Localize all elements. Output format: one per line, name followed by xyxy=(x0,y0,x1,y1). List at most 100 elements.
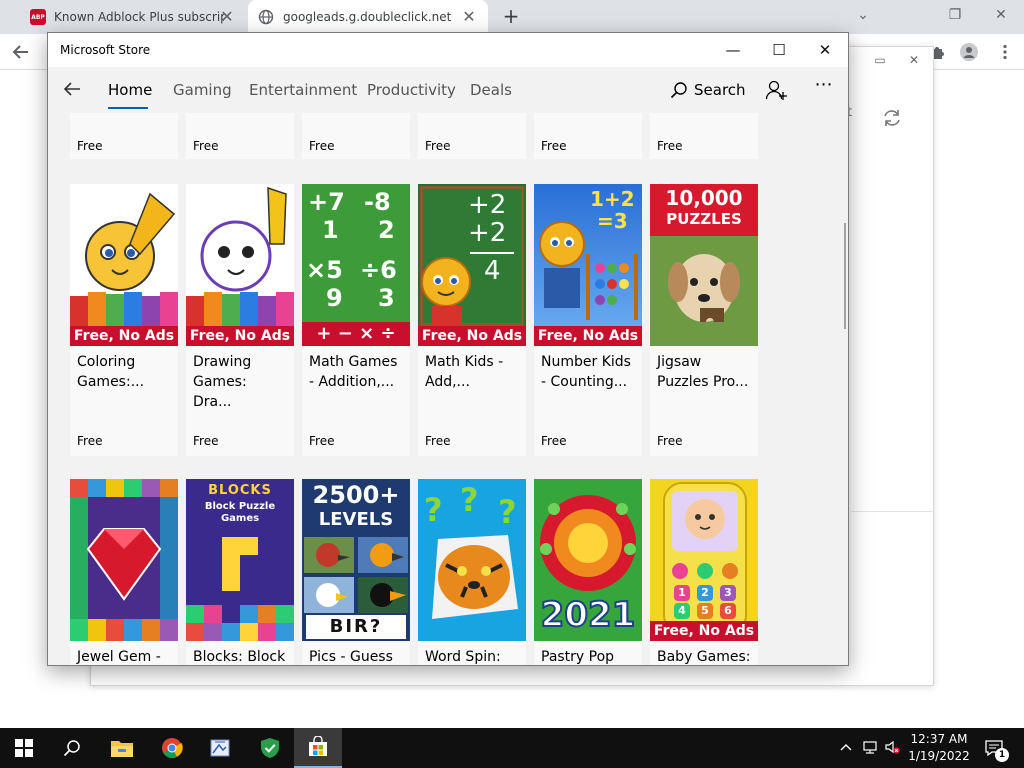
panel-close-button[interactable]: ✕ xyxy=(903,51,925,69)
app-card[interactable]: Free xyxy=(418,113,526,159)
art-label: Games xyxy=(220,513,260,524)
app-card-pastry-pop[interactable]: 2021 Pastry Pop xyxy=(534,479,642,665)
app-thumbnail: Free, No Ads xyxy=(186,184,294,346)
app-card[interactable]: Free xyxy=(302,113,410,159)
store-close-button[interactable]: ✕ xyxy=(813,39,837,61)
store-maximize-button[interactable]: ☐ xyxy=(767,39,791,61)
app-card-jigsaw-puzzles[interactable]: 10,000 PUZZLES Jigsaw Puzzles Pro... Fre… xyxy=(650,184,758,456)
app-name: Drawing Games: Dra... xyxy=(193,354,252,410)
search-icon xyxy=(670,82,687,99)
profile-avatar-icon[interactable] xyxy=(960,43,978,61)
app-name: Blocks: Block xyxy=(193,649,286,665)
app-card-number-kids[interactable]: 1+2 =3 Free, No Ads Number Kids - Counti… xyxy=(534,184,642,456)
tab-home[interactable]: Home xyxy=(108,81,152,99)
taskbar-security-app[interactable] xyxy=(246,728,294,768)
app-thumbnail: Free, No Ads xyxy=(70,184,178,346)
store-nav-bar: Home Gaming Entertainment Productivity D… xyxy=(48,67,848,113)
art-label: ×5 xyxy=(306,256,343,284)
app-price: Free xyxy=(193,139,219,153)
browser-tab-doubleclick[interactable]: googleads.g.doubleclick.net ✕ xyxy=(248,0,488,34)
lion-drawing-art xyxy=(186,186,294,326)
tray-chevron-up-icon[interactable] xyxy=(838,739,854,755)
tab-close-icon[interactable]: ✕ xyxy=(460,8,478,26)
taskbar-file-explorer[interactable] xyxy=(98,728,146,768)
art-label: 6 xyxy=(720,603,736,619)
start-button[interactable] xyxy=(0,728,48,768)
app-name: Pics - Guess xyxy=(309,649,393,665)
adblock-plus-icon: ABP xyxy=(30,9,46,25)
taskbar-microsoft-store[interactable] xyxy=(294,728,342,768)
store-minimize-button[interactable]: — xyxy=(721,39,745,61)
store-scrollbar[interactable] xyxy=(844,223,846,329)
new-tab-button[interactable]: + xyxy=(500,5,522,27)
app-thumbnail: ? ? ? xyxy=(418,479,526,641)
svg-text:?: ? xyxy=(460,481,479,519)
puppy-puzzle-art xyxy=(650,236,758,346)
app-price: Free xyxy=(309,434,335,448)
volume-muted-icon[interactable] xyxy=(884,739,900,755)
tab-title: googleads.g.doubleclick.net xyxy=(283,10,452,24)
clock-date: 1/19/2022 xyxy=(908,749,970,763)
app-card[interactable]: Free xyxy=(650,113,758,159)
app-price: Free xyxy=(541,139,567,153)
free-no-ads-badge: Free, No Ads xyxy=(650,621,758,641)
store-bag-icon xyxy=(309,736,327,756)
network-icon[interactable] xyxy=(862,739,878,755)
app-card-word-spin[interactable]: ? ? ? Word Spin: xyxy=(418,479,526,665)
paint-editor-icon xyxy=(210,739,230,757)
app-card[interactable]: Free xyxy=(70,113,178,159)
taskbar-chrome[interactable] xyxy=(148,728,196,768)
taskbar-search-button[interactable] xyxy=(48,728,96,768)
windows-taskbar: 12:37 AM 1/19/2022 1 xyxy=(0,728,1024,768)
tetromino-blocks-art xyxy=(186,537,294,641)
app-card-blocks[interactable]: BLOCKS Block Puzzle Games Blocks: Block xyxy=(186,479,294,665)
app-thumbnail: 10,000 PUZZLES xyxy=(650,184,758,346)
app-card-jewel-gem[interactable]: Jewel Gem - xyxy=(70,479,178,665)
art-label: 2500+ xyxy=(312,481,400,509)
app-card-math-kids[interactable]: +2 +2 4 Free, No Ads Math Kids - Add,...… xyxy=(418,184,526,456)
browser-menu-icon[interactable] xyxy=(996,43,1014,61)
app-card-math-games[interactable]: +7 -8 1 2 ×5 ÷6 9 3 + − × ÷ Math Games -… xyxy=(302,184,410,456)
taskbar-app-editor[interactable] xyxy=(196,728,244,768)
refresh-icon[interactable] xyxy=(881,107,903,129)
app-name: Word Spin: xyxy=(425,649,501,665)
app-thumbnail: +7 -8 1 2 ×5 ÷6 9 3 + − × ÷ xyxy=(302,184,410,346)
art-label: 10,000 xyxy=(665,186,743,210)
jewel-gem-art xyxy=(70,479,178,641)
free-no-ads-badge: Free, No Ads xyxy=(418,326,526,346)
app-card[interactable]: Free xyxy=(186,113,294,159)
browser-back-icon[interactable] xyxy=(10,41,32,63)
app-card-coloring-games[interactable]: Free, No Ads Coloring Games:... Free xyxy=(70,184,178,456)
tab-close-icon[interactable]: ✕ xyxy=(218,8,236,26)
account-add-icon[interactable] xyxy=(764,78,788,102)
lion-cub-icon xyxy=(421,257,471,328)
active-tab-indicator xyxy=(108,107,148,109)
art-label: 1 xyxy=(674,585,690,601)
browser-tab-adblock[interactable]: ABP Known Adblock Plus subscriptior ✕ xyxy=(10,0,246,34)
search-button[interactable]: Search xyxy=(670,79,746,101)
tab-entertainment[interactable]: Entertainment xyxy=(249,81,357,99)
art-label: 2 xyxy=(378,216,395,244)
tab-gaming[interactable]: Gaming xyxy=(173,81,232,99)
tab-productivity[interactable]: Productivity xyxy=(367,81,456,99)
panel-restore-button[interactable]: ▭ xyxy=(869,51,891,69)
app-card-baby-games[interactable]: 1 2 3 4 5 6 Free, No Ads Baby Games: xyxy=(650,479,758,665)
svg-text:?: ? xyxy=(424,491,443,529)
browser-close-button[interactable]: ✕ xyxy=(988,4,1014,26)
app-thumbnail: +2 +2 4 Free, No Ads xyxy=(418,184,526,346)
app-card-pics-guess[interactable]: 2500+ LEVELS BIR? Pics - Guess xyxy=(302,479,410,665)
app-price: Free xyxy=(77,434,103,448)
panel-divider xyxy=(851,511,935,512)
art-label: 3 xyxy=(720,585,736,601)
tab-deals[interactable]: Deals xyxy=(470,81,512,99)
browser-restore-button[interactable]: ❐ xyxy=(942,4,968,26)
system-clock[interactable]: 12:37 AM 1/19/2022 xyxy=(904,731,974,765)
more-options-button[interactable]: ⋯ xyxy=(812,75,836,99)
microsoft-store-window: Microsoft Store — ☐ ✕ Home Gaming Entert… xyxy=(47,32,849,666)
tab-search-chevron-icon[interactable]: ⌄ xyxy=(850,4,876,26)
store-back-icon[interactable] xyxy=(60,77,84,101)
art-label: +2 xyxy=(468,190,507,220)
app-card-drawing-games[interactable]: Free, No Ads Drawing Games: Dra... Free xyxy=(186,184,294,456)
store-window-title: Microsoft Store xyxy=(60,43,151,57)
app-card[interactable]: Free xyxy=(534,113,642,159)
